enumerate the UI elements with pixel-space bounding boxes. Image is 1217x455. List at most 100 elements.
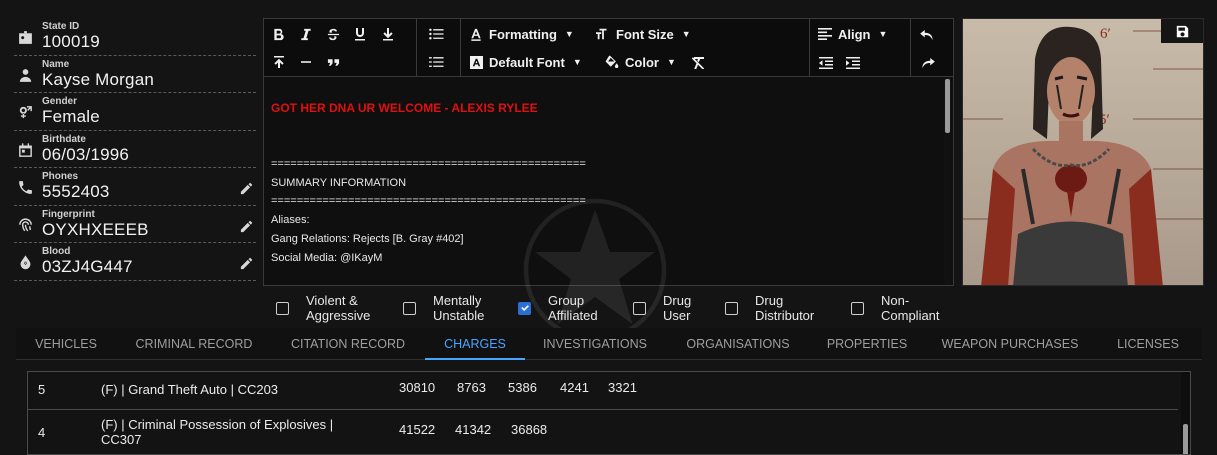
field-state-id: State ID 100019	[14, 18, 256, 56]
editor-scrollbar[interactable]	[944, 77, 951, 285]
tab-properties[interactable]: PROPERTIES	[822, 328, 912, 360]
flag-label: Non-Compliant	[881, 293, 940, 323]
flag-label: Mentally Unstable	[433, 293, 485, 323]
chevron-down-icon: ▼	[572, 57, 582, 67]
font-size-dropdown[interactable]: Font Size ▼	[596, 23, 691, 45]
checkbox-unchecked[interactable]	[633, 301, 646, 315]
strikethrough-icon[interactable]	[327, 23, 340, 45]
field-value: 5552403	[42, 182, 110, 201]
tab-citation-record[interactable]: CITATION RECORD	[283, 328, 413, 360]
tab-investigations[interactable]: INVESTIGATIONS	[536, 328, 654, 360]
tab-vehicles[interactable]: VEHICLES	[26, 328, 106, 360]
formatting-dropdown[interactable]: Formatting ▼	[470, 23, 574, 45]
charge-reference: 8763	[457, 380, 486, 395]
charges-table: 5 (F) | Grand Theft Auto | CC203 30810 8…	[27, 371, 1191, 455]
checkbox-unchecked[interactable]	[851, 301, 864, 315]
flag-mentally-unstable[interactable]: Mentally Unstable	[403, 292, 513, 324]
flag-label: Violent & Aggressive	[306, 293, 371, 323]
bold-icon[interactable]	[273, 23, 285, 45]
checkbox-checked[interactable]	[518, 301, 531, 315]
charge-reference: 36868	[511, 422, 548, 437]
tab-organisations[interactable]: ORGANISATIONS	[676, 328, 800, 360]
phone-icon	[17, 179, 34, 196]
tab-licenses[interactable]: LICENSES	[1113, 328, 1183, 360]
edit-phones-pencil-icon[interactable]	[239, 181, 254, 196]
charge-description: (F) | Criminal Possession of Explosives …	[101, 417, 334, 447]
numbered-list-icon[interactable]	[429, 51, 444, 73]
field-value: 06/03/1996	[42, 144, 130, 164]
clear-formatting-icon[interactable]	[691, 52, 705, 74]
charge-reference: 30810	[399, 380, 436, 395]
italic-icon[interactable]	[300, 23, 312, 45]
default-font-dropdown[interactable]: Default Font ▼	[470, 51, 582, 73]
superscript-icon[interactable]	[273, 51, 285, 73]
charge-reference: 41522	[399, 422, 436, 437]
tab-charges[interactable]: CHARGES	[425, 328, 525, 360]
charge-count: 4	[38, 425, 46, 440]
quote-icon[interactable]	[327, 51, 340, 73]
edit-fingerprint-pencil-icon[interactable]	[239, 219, 254, 234]
edit-blood-pencil-icon[interactable]	[239, 256, 254, 271]
checkmark-icon	[520, 305, 529, 312]
font-size-icon	[596, 28, 607, 40]
mugshot-photo: 6′ 5′	[962, 18, 1204, 286]
blood-drop-icon	[17, 254, 34, 271]
flag-non-compliant[interactable]: Non-Compliant	[851, 292, 953, 324]
field-value: 100019	[42, 32, 100, 51]
save-photo-button[interactable]	[1161, 19, 1203, 43]
subscript-icon[interactable]	[382, 23, 394, 45]
mugshot-image: 6′ 5′	[963, 19, 1203, 285]
horizontal-rule-icon[interactable]	[300, 51, 312, 73]
checkbox-unchecked[interactable]	[276, 301, 289, 315]
profile-panel: State ID 100019 Name Kayse Morgan Gender…	[14, 18, 256, 281]
profile-flags: Violent & Aggressive Mentally Unstable G…	[270, 292, 960, 324]
checkbox-unchecked[interactable]	[725, 301, 738, 315]
gender-icon	[17, 104, 34, 121]
redo-icon[interactable]	[920, 52, 935, 74]
table-scrollbar[interactable]	[1181, 372, 1190, 454]
flag-drug-distributor[interactable]: Drug Distributor	[725, 292, 835, 324]
id-card-icon	[17, 29, 34, 46]
field-label: Blood	[42, 246, 71, 257]
formatting-label: Formatting	[489, 26, 557, 42]
charge-reference: 5386	[508, 380, 537, 395]
editor-line: SUMMARY INFORMATION	[271, 176, 407, 189]
table-row[interactable]: 4 (F) | Criminal Possession of Explosive…	[28, 411, 1178, 454]
charge-count: 5	[38, 382, 46, 397]
indent-icon[interactable]	[846, 52, 860, 74]
svg-text:6′: 6′	[1100, 26, 1111, 42]
chevron-down-icon: ▼	[564, 29, 574, 39]
tab-criminal-record[interactable]: CRIMINAL RECORD	[126, 328, 262, 360]
checkbox-unchecked[interactable]	[403, 301, 416, 315]
charge-description: (F) | Grand Theft Auto | CC203	[101, 382, 279, 397]
align-dropdown[interactable]: Align ▼	[818, 23, 887, 45]
charge-reference: 41342	[455, 422, 492, 437]
default-font-label: Default Font	[489, 54, 565, 70]
flag-label: Drug User	[663, 293, 692, 323]
table-row[interactable]: 5 (F) | Grand Theft Auto | CC203 30810 8…	[28, 372, 1178, 410]
underline-icon[interactable]	[354, 23, 366, 45]
align-label: Align	[838, 26, 871, 42]
field-label: Phones	[42, 171, 79, 182]
field-value: 03ZJ4G447	[42, 257, 133, 276]
tab-weapon-purchases[interactable]: WEAPON PURCHASES	[936, 328, 1084, 360]
flag-group-affiliated[interactable]: Group Affiliated	[518, 292, 628, 324]
font-size-label: Font Size	[616, 26, 674, 42]
undo-icon[interactable]	[920, 24, 935, 46]
field-value: OYXHXEEEB	[42, 219, 149, 239]
align-left-icon	[818, 28, 832, 40]
flag-drug-user[interactable]: Drug User	[633, 292, 703, 324]
color-label: Color	[625, 54, 659, 70]
outdent-icon[interactable]	[819, 52, 833, 74]
chevron-down-icon: ▼	[681, 29, 691, 39]
field-phones: Phones 5552403	[14, 168, 256, 206]
field-blood: Blood 03ZJ4G447	[14, 243, 256, 281]
flag-violent-aggressive[interactable]: Violent & Aggressive	[276, 292, 386, 324]
chevron-down-icon: ▼	[666, 57, 676, 67]
field-value: Female	[42, 107, 100, 126]
color-dropdown[interactable]: Color ▼	[604, 51, 676, 73]
field-label: State ID	[42, 21, 80, 32]
bulleted-list-icon[interactable]	[429, 23, 444, 45]
paint-bucket-icon	[605, 55, 619, 68]
person-icon	[17, 67, 34, 84]
